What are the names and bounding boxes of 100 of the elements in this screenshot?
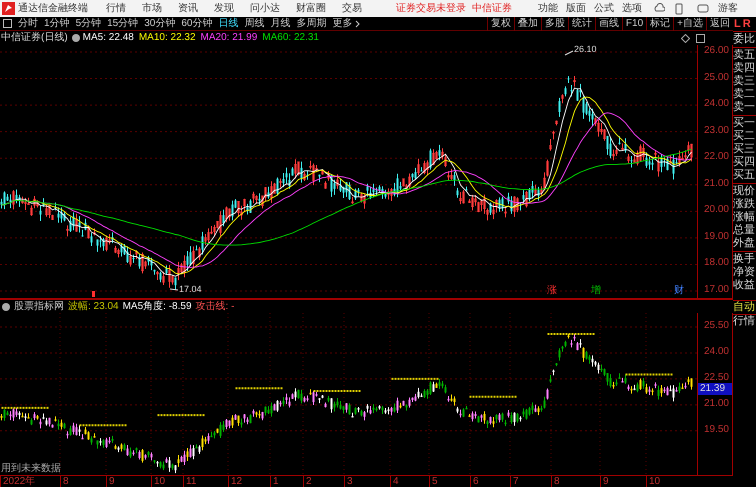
moving-average-value: MA10: 22.32: [138, 33, 196, 43]
date-axis-label: 3: [344, 476, 353, 487]
date-axis-label: 10: [151, 476, 166, 487]
period-tab[interactable]: 15分钟: [107, 18, 138, 28]
quote-field-label: 卖三: [733, 75, 756, 88]
indicator-axis-label: 25.50: [704, 321, 729, 331]
toolbar-button[interactable]: 统计: [568, 16, 595, 30]
current-value-label: 21.39: [698, 383, 732, 395]
quote-field-label: 卖一: [733, 101, 756, 114]
moving-average-value: MA60: 22.31: [262, 33, 319, 43]
date-axis-label: 9: [600, 476, 609, 487]
quote-field-label: 涨幅: [733, 211, 756, 224]
quote-field-label: 买二: [733, 130, 756, 143]
phone-icon[interactable]: [675, 2, 683, 14]
toolbar-menu-item[interactable]: 版面: [566, 4, 586, 14]
price-axis-label: 25.00: [704, 72, 729, 83]
toolbar-button[interactable]: F10: [622, 16, 646, 30]
toolbar-button[interactable]: 画线: [594, 16, 622, 30]
period-tab[interactable]: 5分钟: [76, 18, 102, 28]
quote-field-label: 净资: [733, 266, 756, 279]
menu-item[interactable]: 行情: [106, 4, 126, 14]
period-tab[interactable]: 30分钟: [144, 18, 176, 28]
quote-field-label: 卖四: [733, 62, 756, 75]
side-tab[interactable]: R: [742, 18, 751, 30]
quote-field-label: 外盘: [733, 237, 756, 250]
period-tab[interactable]: 多周期: [296, 18, 326, 28]
chart-title: 中信证券(日线): [1, 33, 68, 43]
event-marker[interactable]: 增: [590, 286, 602, 296]
date-axis-label: 8: [60, 476, 69, 487]
broker-name[interactable]: 中信证券: [472, 4, 512, 14]
quote-field-label: 委比: [733, 33, 756, 46]
login-status[interactable]: 证券交易未登录: [396, 4, 466, 14]
side-button[interactable]: 自动: [733, 300, 756, 314]
more-periods-button[interactable]: 更多: [332, 18, 360, 28]
side-button[interactable]: 行情: [733, 314, 756, 328]
date-axis-label: 10: [646, 476, 660, 487]
toolbar-menu-item[interactable]: 功能: [538, 4, 558, 14]
indicator-name: 股票指标网: [14, 302, 64, 312]
menu-item[interactable]: 交易: [342, 4, 362, 14]
quote-field-label: 现价: [733, 185, 756, 198]
toolbar-menu-item[interactable]: 选项: [622, 4, 642, 14]
date-axis-label: 2022年: [0, 476, 36, 487]
price-axis-label: 21.00: [704, 178, 729, 189]
toolbar-button[interactable]: 返回: [706, 16, 733, 30]
app-title: 通达信金融终端: [18, 4, 88, 14]
indicator-value: 波幅: 23.04: [68, 302, 119, 312]
period-tab[interactable]: 日线: [218, 18, 238, 28]
period-tab[interactable]: 月线: [270, 18, 290, 28]
panel-toggle-icon[interactable]: [3, 19, 12, 28]
event-marker-icon: [92, 291, 95, 297]
quote-field-label: 卖五: [733, 49, 756, 62]
menu-item[interactable]: 市场: [142, 4, 162, 14]
price-axis-label: 20.00: [704, 205, 729, 216]
toolbar-menu-item[interactable]: 公式: [594, 4, 614, 14]
quote-field-label: 买五: [733, 169, 756, 182]
user-name[interactable]: 游客: [718, 4, 738, 14]
date-axis-label: 4: [390, 476, 399, 487]
date-axis-label: 9: [106, 476, 115, 487]
cloud-icon[interactable]: [654, 3, 665, 14]
price-axis-label: 26.00: [704, 46, 729, 56]
message-icon[interactable]: [697, 4, 709, 14]
event-marker[interactable]: 涨: [546, 286, 558, 296]
panel-icon[interactable]: [696, 34, 705, 42]
menu-item[interactable]: 问小达: [250, 4, 280, 14]
toolbar-button[interactable]: 叠加: [514, 16, 541, 30]
quote-field-label: 涨跌: [733, 198, 756, 211]
toolbar-button[interactable]: +自选: [673, 16, 706, 30]
period-tab[interactable]: 分时: [18, 18, 38, 28]
future-data-note: 用到未来数据: [1, 464, 61, 474]
toolbar-button[interactable]: 复权: [486, 16, 514, 30]
indicator-value: 攻击线: -: [196, 302, 234, 312]
indicator-axis-label: 21.00: [704, 398, 729, 409]
quote-field-label: 卖二: [733, 88, 756, 101]
diamond-icon[interactable]: [681, 34, 690, 42]
period-tab[interactable]: 周线: [244, 18, 264, 28]
date-axis-label: 5: [429, 476, 438, 487]
menu-item[interactable]: 资讯: [178, 4, 198, 14]
date-axis-label: 12: [228, 476, 242, 487]
chevron-icon: [354, 20, 360, 28]
settings-icon[interactable]: [2, 302, 10, 310]
toolbar-button[interactable]: 标记: [646, 16, 674, 30]
toolbar-button[interactable]: 多股: [540, 16, 568, 30]
indicator-axis-label: 22.50: [704, 372, 729, 383]
date-axis-label: 6: [470, 476, 479, 487]
date-axis-label: 11: [183, 476, 196, 487]
price-axis-label: 17.00: [704, 285, 729, 296]
period-tab[interactable]: 1分钟: [44, 18, 70, 28]
settings-icon[interactable]: [72, 34, 80, 42]
menu-item[interactable]: 发现: [214, 4, 234, 14]
date-axis-label: 8: [551, 476, 560, 487]
low-price-label: 17.04: [179, 285, 202, 294]
price-axis-label: 19.00: [704, 232, 729, 242]
moving-average-value: MA5: 22.48: [82, 33, 134, 43]
side-tab[interactable]: L: [734, 18, 741, 30]
menu-item[interactable]: 财富圈: [296, 4, 326, 14]
high-price-label: 26.10: [574, 45, 597, 54]
price-axis-label: 22.00: [704, 152, 729, 162]
leader-line: [564, 50, 574, 56]
period-tab[interactable]: 60分钟: [181, 18, 212, 28]
event-marker[interactable]: 财: [673, 286, 685, 296]
